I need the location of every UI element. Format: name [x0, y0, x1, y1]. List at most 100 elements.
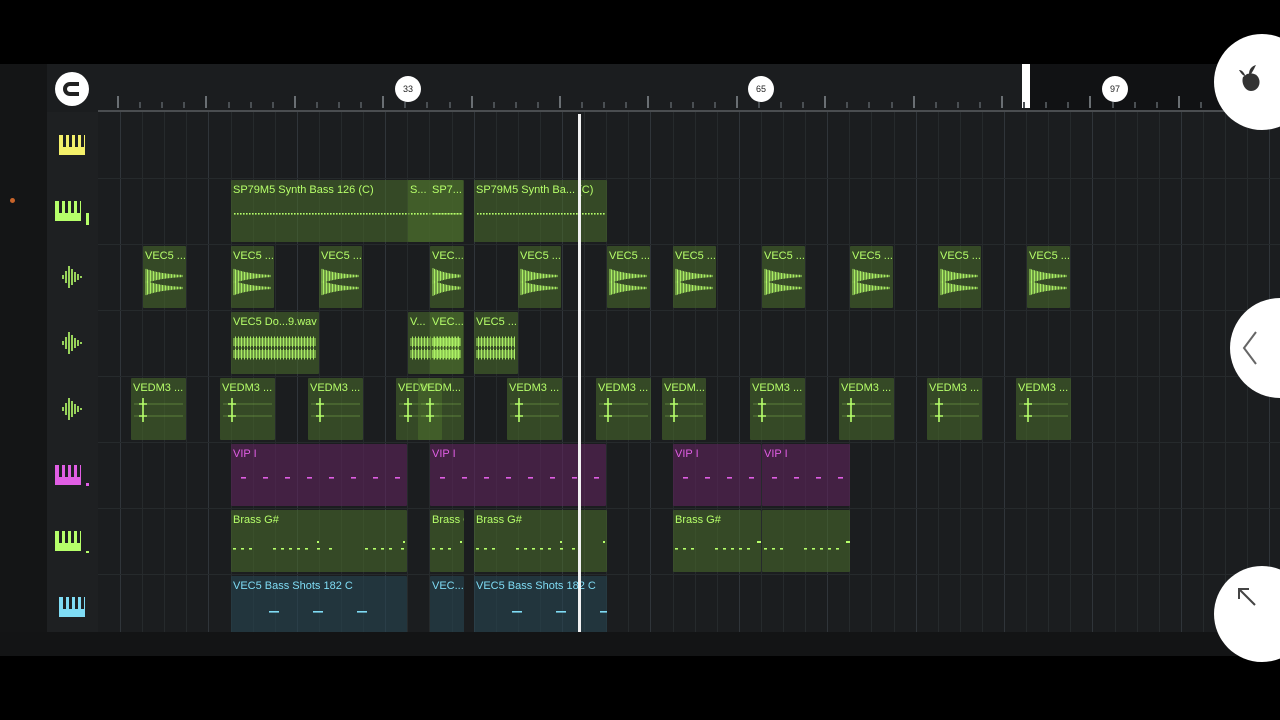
ruler-tick [691, 102, 694, 108]
pattern-clip[interactable]: VEDM3 ... [750, 378, 805, 440]
grid-line [871, 112, 873, 632]
pattern-clip[interactable]: VEC5 ... [673, 246, 716, 308]
pattern-clip[interactable]: VEC5 ... [319, 246, 362, 308]
pattern-clip[interactable]: VEC5 ... [518, 246, 561, 308]
ruler-tick [514, 102, 517, 108]
pattern-clip[interactable]: SP79M5 Synth Ba... (C) [474, 180, 607, 242]
pattern-clip[interactable]: VEC5 ... [474, 312, 518, 374]
pattern-clip[interactable]: S... [408, 180, 430, 242]
clip-label: Brass G# [432, 514, 464, 526]
playlist-grid[interactable]: SP79M5 Synth Bass 126 (C) S... SP7... SP79M… [98, 112, 1280, 638]
clip-label: SP79M5 Synth Ba... (C) [476, 184, 594, 196]
clip-label: VEDM3 ... [752, 382, 803, 394]
pattern-clip[interactable]: VEC5 Bass Shots 182 C [231, 576, 407, 638]
ruler-tick [271, 102, 274, 108]
waveform-icon [61, 398, 82, 420]
track-divider [98, 376, 1280, 377]
track-header-6[interactable] [47, 442, 98, 508]
bar-marker[interactable]: 97 [1102, 76, 1128, 102]
bottom-scroll-area[interactable] [0, 632, 1280, 656]
clip-label: VIP I [233, 448, 257, 460]
bar-marker[interactable]: 33 [395, 76, 421, 102]
track-header-4[interactable] [47, 310, 98, 376]
pattern-clip[interactable]: VEC5 Do...9.wav [231, 312, 319, 374]
ruler-tick [868, 102, 871, 108]
timeline-ruler[interactable]: 33 65 97 [98, 64, 1280, 112]
pattern-clip[interactable]: VEC5 ... [938, 246, 981, 308]
magnet-icon[interactable] [55, 72, 89, 106]
clip-label: SP7... [432, 184, 462, 196]
pattern-clip[interactable]: VEDM3 ... [507, 378, 562, 440]
ruler-tick [1001, 96, 1003, 108]
piano-keys-icon [58, 135, 85, 155]
pattern-clip[interactable]: VEDM3 ... [308, 378, 363, 440]
playhead-line[interactable] [578, 114, 581, 632]
pattern-clip[interactable]: VEC5 Bass Shots 182 C [474, 576, 607, 638]
pattern-clip[interactable]: VEDM3 ... [131, 378, 186, 440]
clip-label: VEC5 ... [520, 250, 561, 262]
pattern-clip[interactable]: SP7... [430, 180, 464, 242]
clip-label: Brass G# [233, 514, 279, 526]
pattern-clip[interactable]: VEC... [430, 576, 464, 638]
clip-label: VEDM3 ... [929, 382, 980, 394]
pattern-clip[interactable]: VEDM... [418, 378, 464, 440]
pattern-clip[interactable]: Brass G# [430, 510, 464, 572]
clip-label: VIP I [764, 448, 788, 460]
pattern-clip[interactable]: VIP I [762, 444, 850, 506]
pattern-clip[interactable]: Brass G# [673, 510, 761, 572]
clip-label: VIP I [432, 448, 456, 460]
bar-marker[interactable]: 65 [748, 76, 774, 102]
clip-label: VEC... [432, 580, 464, 592]
pattern-clip[interactable]: VEC5 ... [762, 246, 805, 308]
track-header-7[interactable] [47, 508, 98, 574]
pattern-clip[interactable]: VEDM3 ... [596, 378, 651, 440]
clip-label: VEC5 Bass Shots 182 C [233, 580, 353, 592]
pattern-clip[interactable]: Brass G# [231, 510, 407, 572]
clip-label: SP79M5 Synth Bass 126 (C) [233, 184, 374, 196]
grid-line [1070, 112, 1072, 632]
pattern-clip[interactable]: VEDM3 ... [1016, 378, 1071, 440]
pattern-clip[interactable]: VEDM3 ... [839, 378, 894, 440]
pattern-clip[interactable]: VEDM... [662, 378, 706, 440]
ruler-tick [1089, 96, 1092, 108]
clip-label: VEDM3 ... [841, 382, 892, 394]
pattern-clip[interactable]: Brass G# [474, 510, 607, 572]
grid-line [1202, 112, 1204, 632]
clip-label: VEC5 ... [145, 250, 186, 262]
clip-label: VEC5 ... [321, 250, 362, 262]
track-header-8[interactable] [47, 574, 98, 640]
ruler-tick [492, 102, 495, 108]
pattern-clip[interactable]: VEC... [430, 246, 464, 308]
ruler-tick [890, 102, 893, 108]
grid-line [186, 112, 188, 632]
clip-label: S... [410, 184, 427, 196]
pattern-clip[interactable]: VEC... [430, 312, 464, 374]
ruler-tick [956, 102, 959, 108]
ruler-tick [757, 102, 760, 108]
clip-label: VEC5 ... [476, 316, 517, 328]
pattern-clip[interactable]: VEDM3 ... [927, 378, 982, 440]
playlist-window: 33 65 97 SP79M5 Synth Bass 126 (C) S... … [0, 64, 1280, 656]
pattern-clip[interactable]: VEC5 ... [143, 246, 186, 308]
clip-label: VEDM3 ... [310, 382, 361, 394]
pattern-clip[interactable] [762, 510, 850, 572]
grid-line [1004, 112, 1005, 632]
track-header-2[interactable] [47, 178, 98, 244]
pattern-clip[interactable]: VEC5 ... [850, 246, 893, 308]
ruler-tick [1133, 102, 1136, 108]
pattern-clip[interactable]: VEC5 ... [1027, 246, 1070, 308]
pattern-clip[interactable]: VEDM3 ... [220, 378, 275, 440]
ruler-tick [382, 96, 385, 108]
pattern-clip[interactable]: VIP I [231, 444, 407, 506]
clip-label: VEDM3 ... [133, 382, 184, 394]
track-header-1[interactable] [47, 112, 98, 178]
pattern-clip[interactable]: VEC5 ... [231, 246, 274, 308]
track-header-3[interactable] [47, 244, 98, 310]
ruler-tick [625, 102, 628, 108]
grid-line [1225, 112, 1226, 632]
pattern-clip[interactable]: VEC5 ... [607, 246, 650, 308]
ruler-tick [360, 102, 363, 108]
ruler-tick [448, 102, 451, 108]
pattern-clip[interactable]: VIP I [673, 444, 761, 506]
track-header-5[interactable] [47, 376, 98, 442]
